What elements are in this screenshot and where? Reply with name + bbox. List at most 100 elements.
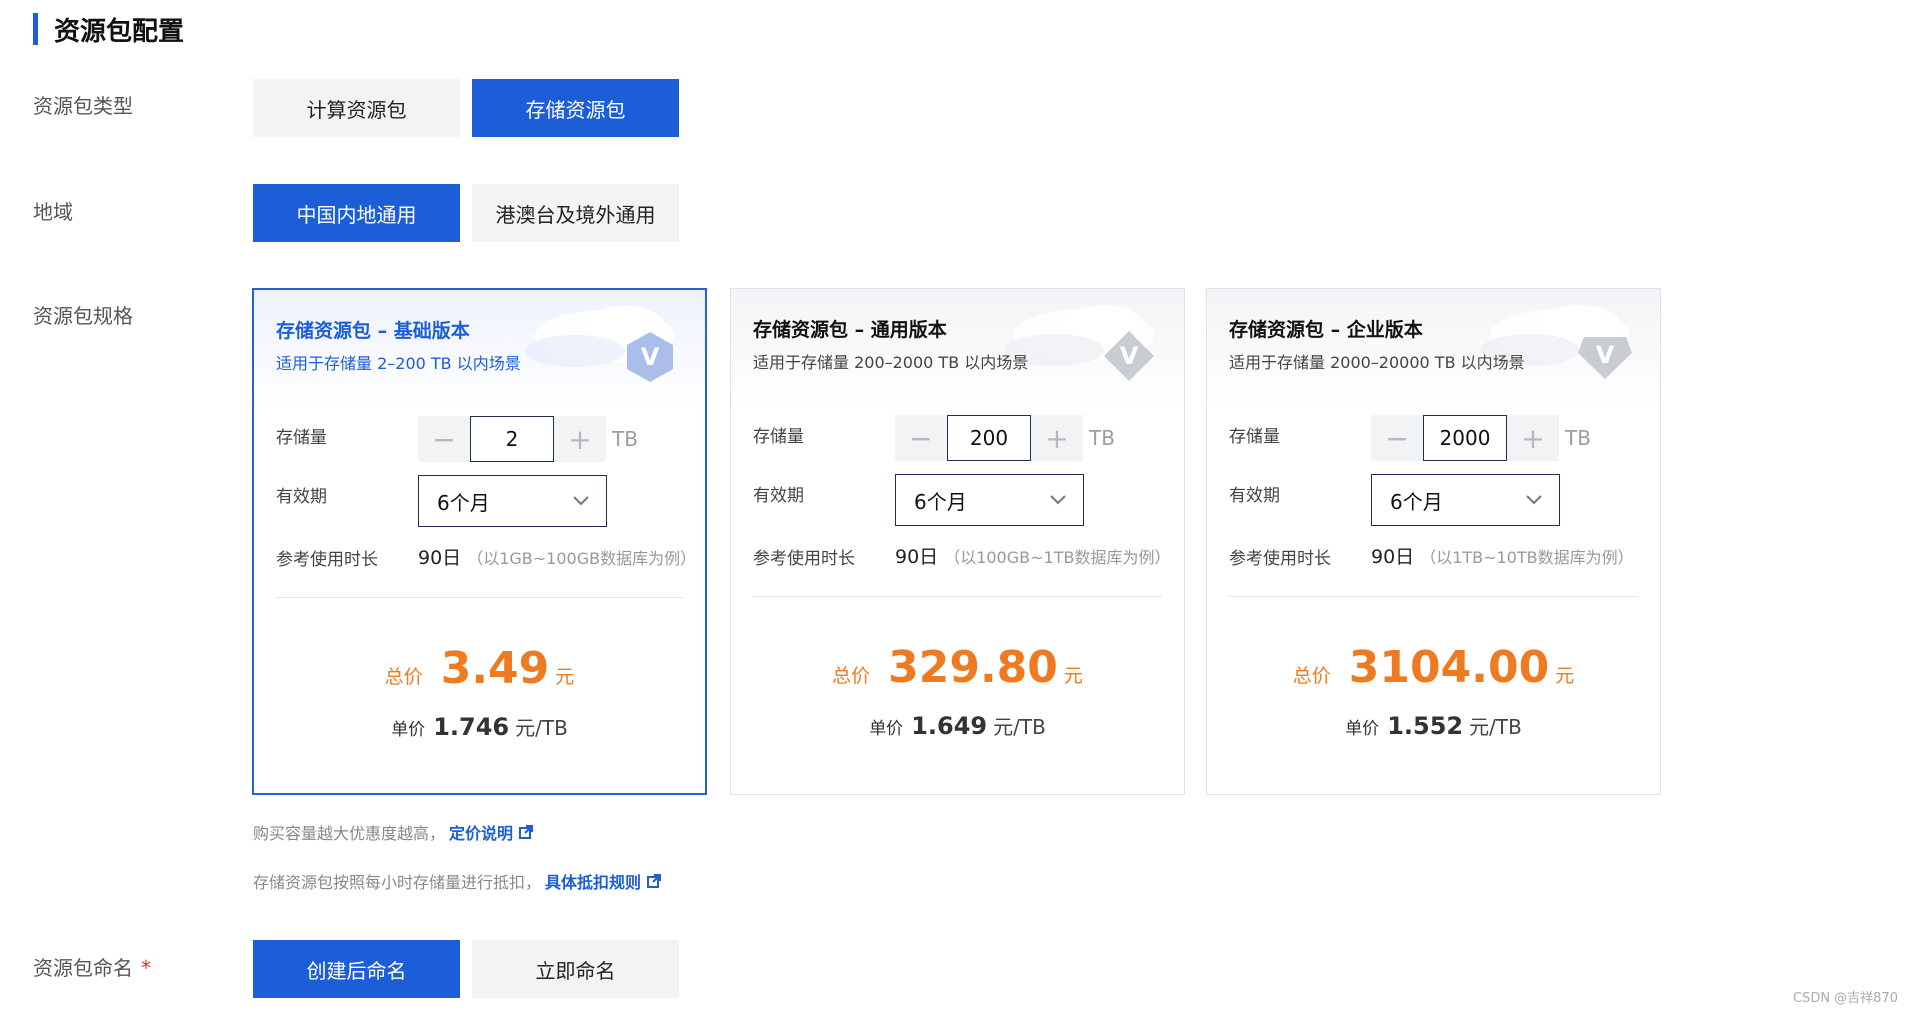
spec-row-label: 资源包规格 <box>33 304 133 328</box>
pricing-hint: 购买容量越大优惠度越高， 定价说明 <box>253 820 534 844</box>
ref-duration: 90日 （以100GB~1TB数据库为例） <box>895 542 1170 569</box>
total-price-value: 3.49 <box>440 643 550 694</box>
watermark: CSDN @吉祥870 <box>1792 991 1898 1006</box>
total-price-value: 329.80 <box>888 642 1058 693</box>
decrement-button[interactable]: − <box>895 415 947 461</box>
region-option-overseas[interactable]: 港澳台及境外通用 <box>472 184 679 242</box>
ref-duration-label: 参考使用时长 <box>1229 549 1331 569</box>
card-subtitle: 适用于存储量 2–200 TB 以内场景 <box>276 354 521 373</box>
svg-text:V: V <box>1120 342 1139 370</box>
region-option-mainland[interactable]: 中国内地通用 <box>253 184 460 242</box>
unit-price-label: 单价 <box>1345 719 1380 739</box>
v-badge-icon: V <box>1104 331 1154 381</box>
ref-duration-label: 参考使用时长 <box>276 550 378 570</box>
decrement-button[interactable]: − <box>418 416 470 462</box>
region-row-label: 地域 <box>33 200 73 224</box>
storage-unit: TB <box>1089 426 1115 450</box>
svg-text:V: V <box>641 343 660 371</box>
chevron-down-icon <box>1526 495 1542 505</box>
unit-price-label: 单价 <box>869 719 904 739</box>
unit-price: 单价 1.552 元/TB <box>1207 711 1660 740</box>
section-header: 资源包配置 <box>33 12 185 47</box>
total-price-currency: 元 <box>555 666 575 688</box>
storage-input[interactable]: 2 <box>470 416 554 462</box>
unit-price-value: 1.746 <box>433 713 510 741</box>
ref-duration-value: 90日 <box>418 547 462 569</box>
pricing-hint-text: 购买容量越大优惠度越高， <box>253 824 446 843</box>
deduction-rules-link[interactable]: 具体抵扣规则 <box>545 869 662 893</box>
unit-price: 单价 1.649 元/TB <box>731 711 1184 740</box>
ref-duration-note: （以1TB~10TB数据库为例） <box>1420 548 1634 567</box>
card-title: 存储资源包 – 基础版本 <box>276 320 470 342</box>
storage-unit: TB <box>1565 426 1591 450</box>
unit-price-label: 单价 <box>391 720 426 740</box>
validity-select[interactable]: 6个月 <box>1371 474 1560 526</box>
ref-duration: 90日 （以1TB~10TB数据库为例） <box>1371 542 1634 569</box>
spec-card-enterprise[interactable]: V 存储资源包 – 企业版本 适用于存储量 2000–20000 TB 以内场景… <box>1206 288 1661 795</box>
storage-unit: TB <box>612 427 638 451</box>
storage-label: 存储量 <box>753 427 804 447</box>
total-price: 总价 3.49 元 <box>254 643 705 694</box>
spec-card-standard[interactable]: V 存储资源包 – 通用版本 适用于存储量 200–2000 TB 以内场景 存… <box>730 288 1185 795</box>
title-accent-bar <box>33 13 38 45</box>
ref-duration-note: （以1GB~100GB数据库为例） <box>467 549 697 568</box>
page-title: 资源包配置 <box>54 16 185 47</box>
deduction-hint-text: 存储资源包按照每小时存储量进行抵扣， <box>253 873 542 892</box>
type-row-label: 资源包类型 <box>33 94 133 118</box>
spec-card-basic[interactable]: V 存储资源包 – 基础版本 适用于存储量 2–200 TB 以内场景 存储量 … <box>252 288 707 795</box>
storage-label: 存储量 <box>276 428 327 448</box>
unit-price-value: 1.552 <box>1387 712 1464 740</box>
card-subtitle: 适用于存储量 200–2000 TB 以内场景 <box>753 353 1029 372</box>
name-option-now[interactable]: 立即命名 <box>472 940 679 998</box>
required-mark: * <box>141 956 151 980</box>
validity-select[interactable]: 6个月 <box>418 475 607 527</box>
card-header-bg: V <box>731 289 1184 407</box>
name-row-label-text: 资源包命名 <box>33 956 133 980</box>
external-link-icon <box>647 874 662 888</box>
total-price-label: 总价 <box>384 666 423 688</box>
validity-label: 有效期 <box>753 486 804 506</box>
unit-price-unit: 元/TB <box>993 715 1046 739</box>
unit-price-unit: 元/TB <box>515 716 568 740</box>
type-option-storage[interactable]: 存储资源包 <box>472 79 679 137</box>
pricing-link-label: 定价说明 <box>449 824 514 843</box>
external-link-icon <box>519 825 534 839</box>
type-option-compute[interactable]: 计算资源包 <box>253 79 460 137</box>
storage-label: 存储量 <box>1229 427 1280 447</box>
increment-button[interactable]: + <box>1031 415 1083 461</box>
total-price-currency: 元 <box>1063 665 1083 687</box>
decrement-button[interactable]: − <box>1371 415 1423 461</box>
v-badge-icon: V <box>627 332 673 382</box>
validity-value: 6个月 <box>914 489 967 514</box>
name-option-later[interactable]: 创建后命名 <box>253 940 460 998</box>
total-price-label: 总价 <box>1292 665 1331 687</box>
storage-stepper: − 2000 + TB <box>1371 415 1591 461</box>
increment-button[interactable]: + <box>1507 415 1559 461</box>
pricing-link[interactable]: 定价说明 <box>449 820 534 844</box>
validity-value: 6个月 <box>1390 489 1443 514</box>
storage-stepper: − 2 + TB <box>418 416 638 462</box>
storage-input[interactable]: 2000 <box>1423 415 1507 461</box>
increment-button[interactable]: + <box>554 416 606 462</box>
total-price: 总价 3104.00 元 <box>1207 642 1660 693</box>
card-header-bg: V <box>1207 289 1660 407</box>
card-header-bg: V <box>254 290 705 408</box>
unit-price-value: 1.649 <box>911 712 988 740</box>
ref-duration: 90日 （以1GB~100GB数据库为例） <box>418 543 696 570</box>
chevron-down-icon <box>1050 495 1066 505</box>
validity-select[interactable]: 6个月 <box>895 474 1084 526</box>
storage-input[interactable]: 200 <box>947 415 1031 461</box>
ref-duration-note: （以100GB~1TB数据库为例） <box>944 548 1171 567</box>
unit-price: 单价 1.746 元/TB <box>254 712 705 741</box>
total-price-value: 3104.00 <box>1348 642 1550 693</box>
unit-price-unit: 元/TB <box>1469 715 1522 739</box>
validity-value: 6个月 <box>437 490 490 515</box>
validity-label: 有效期 <box>1229 486 1280 506</box>
ref-duration-value: 90日 <box>1371 546 1415 568</box>
total-price: 总价 329.80 元 <box>731 642 1184 693</box>
deduction-hint: 存储资源包按照每小时存储量进行抵扣， 具体抵扣规则 <box>253 869 662 893</box>
v-badge-icon: V <box>1578 337 1632 379</box>
card-title: 存储资源包 – 企业版本 <box>1229 319 1423 341</box>
card-subtitle: 适用于存储量 2000–20000 TB 以内场景 <box>1229 353 1525 372</box>
total-price-currency: 元 <box>1555 665 1575 687</box>
